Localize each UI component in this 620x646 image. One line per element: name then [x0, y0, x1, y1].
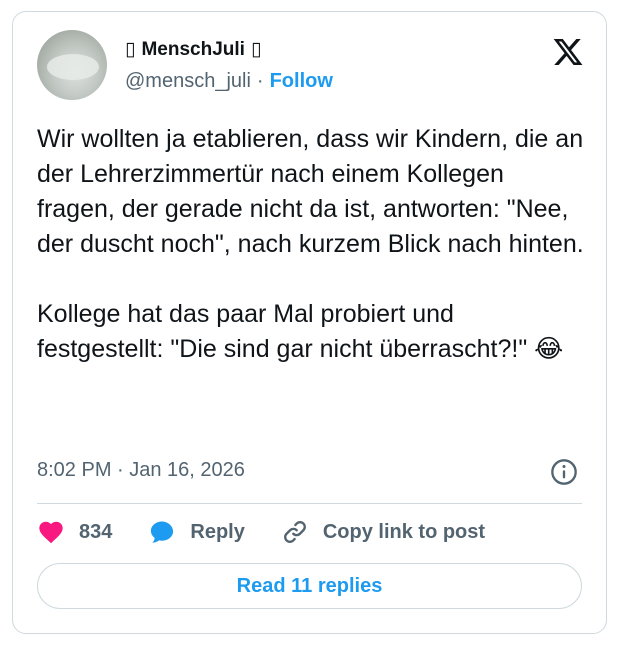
like-button[interactable]: 834	[37, 518, 112, 546]
link-icon	[283, 521, 306, 543]
info-icon[interactable]	[550, 458, 578, 486]
author-name-row[interactable]: ▯ MenschJuli ▯	[125, 38, 261, 61]
copy-link-button[interactable]: Copy link to post	[281, 518, 485, 546]
reply-label: Reply	[190, 520, 245, 543]
tweet-card: ▯ MenschJuli ▯ @mensch_juli · Follow Wir…	[12, 11, 607, 634]
action-bar: 834 Reply Copy link to post	[37, 518, 521, 546]
tweet-paragraph-2: Kollege hat das paar Mal probiert und fe…	[37, 300, 564, 363]
divider	[37, 503, 582, 504]
tweet-paragraph-1: Wir wollten ja etablieren, dass wir Kind…	[37, 125, 591, 258]
speech-bubble-icon	[151, 521, 174, 543]
avatar-image	[47, 54, 99, 80]
author-handle[interactable]: @mensch_juli	[125, 70, 251, 93]
copy-link-label: Copy link to post	[322, 520, 486, 543]
tweet-timestamp[interactable]: 8:02 PM · Jan 16, 2026	[37, 459, 245, 482]
follow-button[interactable]: Follow	[270, 70, 333, 93]
read-replies-label: Read 11 replies	[236, 574, 383, 597]
name-suffix-glyph: ▯	[250, 39, 262, 60]
author-name[interactable]: MenschJuli	[141, 39, 244, 61]
like-count: 834	[79, 520, 113, 543]
handle-separator: ·	[256, 70, 264, 92]
author-handle-row: @mensch_juli · Follow	[125, 70, 333, 93]
heart-icon	[39, 521, 63, 544]
x-logo-icon[interactable]	[552, 36, 584, 68]
reply-button[interactable]: Reply	[148, 518, 245, 546]
tweet-text: Wir wollten ja etablieren, dass wir Kind…	[37, 122, 587, 367]
name-prefix-glyph: ▯	[125, 39, 136, 60]
read-replies-button[interactable]: Read 11 replies	[37, 563, 582, 609]
avatar[interactable]	[37, 30, 107, 100]
